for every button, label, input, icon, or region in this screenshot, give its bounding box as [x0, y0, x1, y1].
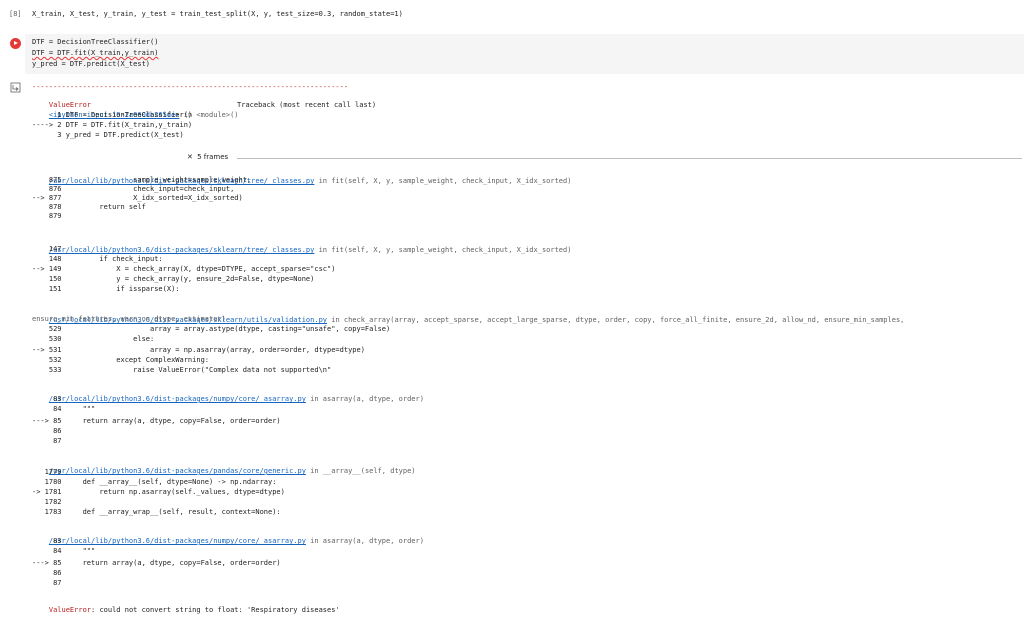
- final-error: ValueError: could not convert string to …: [32, 595, 340, 614]
- run-cell-button[interactable]: [10, 38, 21, 49]
- frame-3-sig-cont: ensure_min_features, warn_on_dtype, esti…: [32, 315, 226, 323]
- frame-6-header: /usr/local/lib/python3.6/dist-packages/n…: [48, 537, 424, 545]
- frame-5-line: -> 1781 return np.asarray(self._values, …: [32, 488, 285, 496]
- frame-4-line: 84 """: [32, 405, 96, 413]
- frame-6-line: 84 """: [32, 547, 96, 555]
- code-line-1[interactable]: DTF = DecisionTreeClassifier(): [32, 38, 158, 46]
- code-line-3[interactable]: y_pred = DTF.predict(X_test): [32, 60, 150, 68]
- final-error-name: ValueError: [48, 606, 92, 614]
- input-line-3: 3 y_pred = DTF.predict(X_test): [32, 131, 184, 139]
- frame-4-line: 87: [32, 437, 62, 445]
- frame-5-path[interactable]: /usr/local/lib/python3.6/dist-packages/p…: [49, 467, 306, 475]
- input-line-2: ----> 2 DTF = DTF.fit(X_train,y_train): [32, 121, 193, 129]
- output-arrow-icon[interactable]: [10, 82, 21, 93]
- frame-2-line: --> 149 X = check_array(X, dtype=DTYPE, …: [32, 265, 336, 273]
- input-line-1: 1 DTF = DecisionTreeClassifier(): [32, 111, 193, 119]
- cell-code[interactable]: X_train, X_test, y_train, y_test = train…: [32, 10, 403, 18]
- final-error-message: : could not convert string to float: 'Re…: [91, 606, 340, 614]
- frame-4-line: 83: [32, 395, 62, 403]
- frame-2-header: /usr/local/lib/python3.6/dist-packages/s…: [48, 246, 572, 254]
- frame-2-line: 151 if issparse(X):: [32, 285, 180, 293]
- traceback-header: ValueError Traceback (most recent call la…: [32, 90, 376, 109]
- frame-6-line: 87: [32, 579, 62, 587]
- code-line-2[interactable]: DTF = DTF.fit(X_train,y_train): [32, 49, 158, 57]
- cell-editor[interactable]: [25, 34, 1024, 74]
- frame-6-line: 83: [32, 537, 62, 545]
- frame-5-header: /usr/local/lib/python3.6/dist-packages/p…: [48, 467, 416, 475]
- frame-5-line: 1780 def __array__(self, dtype=None) -> …: [32, 478, 277, 486]
- frame-4-line: 86: [32, 427, 62, 435]
- frame-3-line: 530 else:: [32, 335, 155, 343]
- collapse-icon: ✕: [187, 153, 193, 161]
- frame-3-line: 532 except ComplexWarning:: [32, 356, 210, 364]
- frames-label: 5 frames: [197, 153, 229, 161]
- frames-toggle[interactable]: ✕ 5 frames: [187, 152, 228, 162]
- frame-5-line: 1779: [32, 468, 62, 476]
- code-cell-active[interactable]: DTF = DecisionTreeClassifier() DTF = DTF…: [0, 30, 1024, 76]
- frame-3-line: 529 array = array.astype(dtype, casting=…: [32, 325, 391, 333]
- frame-6-line: 86: [32, 569, 62, 577]
- play-icon: [14, 41, 18, 45]
- frame-3-line: 533 raise ValueError("Complex data not s…: [32, 366, 332, 374]
- frame-4-header: /usr/local/lib/python3.6/dist-packages/n…: [48, 395, 424, 403]
- frame-2-line: 150 y = check_array(y, ensure_2d=False, …: [32, 275, 315, 283]
- frame-2-line: 147: [32, 245, 62, 253]
- frame-4-path[interactable]: /usr/local/lib/python3.6/dist-packages/n…: [49, 395, 306, 403]
- input-frame-header: <ipython-input-19-2a060db265de> in <modu…: [48, 111, 239, 119]
- frame-3-line: --> 531 array = np.asarray(array, order=…: [32, 346, 365, 354]
- frame-6-path[interactable]: /usr/local/lib/python3.6/dist-packages/n…: [49, 537, 306, 545]
- frames-divider: [237, 158, 1022, 159]
- frame-6-line: ---> 85 return array(a, dtype, copy=Fals…: [32, 559, 281, 567]
- frame-2-line: 148 if check_input:: [32, 255, 163, 263]
- code-cell-8[interactable]: [8] X_train, X_test, y_train, y_test = t…: [0, 0, 1024, 28]
- cell-prompt: [8]: [9, 10, 22, 18]
- frame-5-line: 1782: [32, 498, 62, 506]
- frame-1-line: 879: [32, 212, 62, 220]
- frame-2-path[interactable]: /usr/local/lib/python3.6/dist-packages/s…: [49, 246, 315, 254]
- frame-4-line: ---> 85 return array(a, dtype, copy=Fals…: [32, 417, 281, 425]
- frame-5-line: 1783 def __array_wrap__(self, result, co…: [32, 508, 281, 516]
- traceback-title: Traceback (most recent call last): [237, 101, 377, 109]
